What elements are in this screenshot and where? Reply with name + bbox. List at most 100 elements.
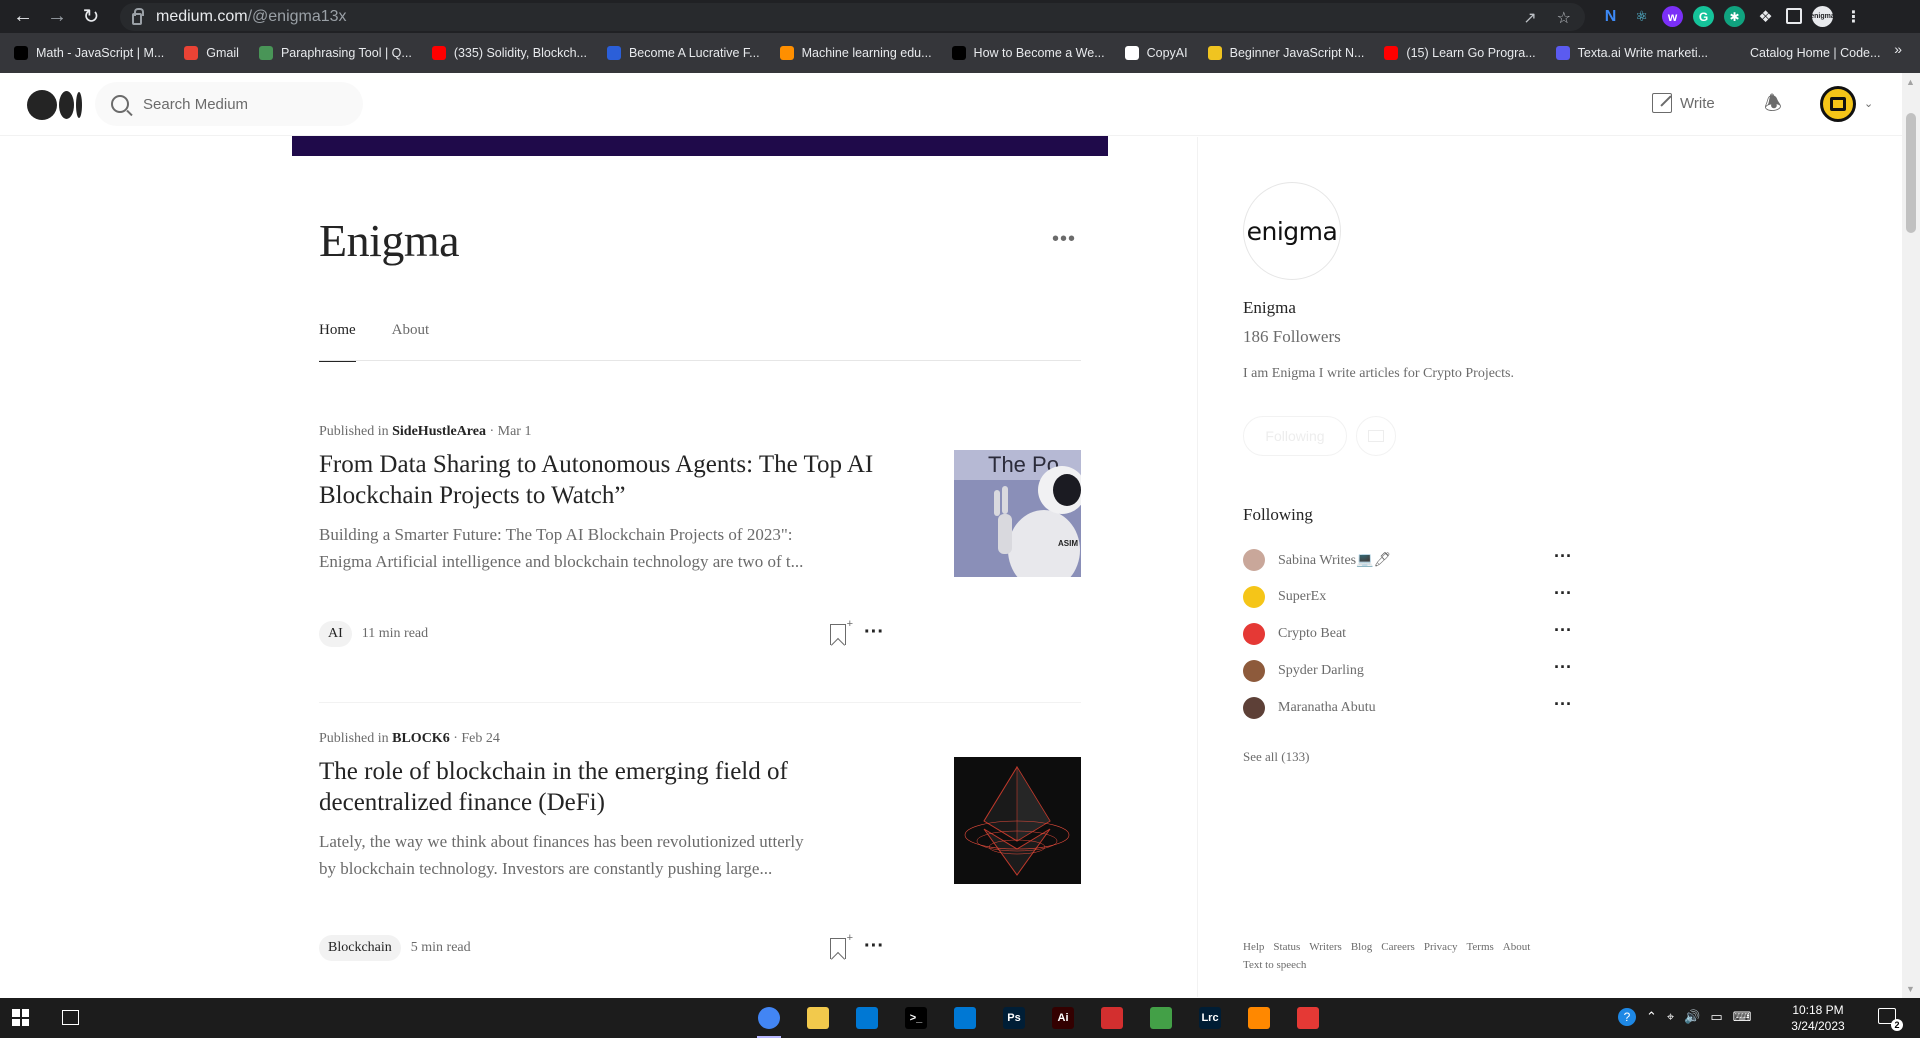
footer-link[interactable]: About [1503, 941, 1531, 953]
article-thumbnail[interactable]: The Po ASIM [954, 450, 1081, 577]
avatar[interactable] [1243, 697, 1265, 719]
footer-link[interactable]: Help [1243, 941, 1264, 953]
follower-count[interactable]: 186 Followers [1243, 327, 1341, 347]
side-panel-icon[interactable] [1786, 8, 1802, 24]
bookmark-item[interactable]: Math - JavaScript | M... [14, 39, 164, 67]
text-to-speech-link[interactable]: Text to speech [1243, 956, 1583, 974]
publication-link[interactable]: BLOCK6 [392, 731, 450, 746]
network-icon[interactable]: ⌖ [1667, 1009, 1674, 1025]
footer-link[interactable]: Status [1273, 941, 1300, 953]
footer-link[interactable]: Careers [1381, 941, 1415, 953]
article-card[interactable]: Published in BLOCK6 · Feb 24 The role of… [319, 731, 1081, 971]
bookmark-item[interactable]: Texta.ai Write marketi... [1555, 39, 1708, 67]
see-all-link[interactable]: See all (133) [1243, 749, 1309, 765]
bookmark-add-icon[interactable]: + [830, 933, 853, 959]
notification-center-icon[interactable]: 2 [1878, 1008, 1903, 1031]
following-item[interactable]: Sabina Writes💻🖊 ··· [1243, 547, 1575, 572]
article-card[interactable]: Published in SideHustleArea · Mar 1 From… [319, 424, 1081, 664]
share-icon[interactable]: ↗ [1523, 8, 1536, 28]
store-icon[interactable] [851, 1003, 883, 1033]
back-arrow-icon[interactable]: ← [6, 0, 40, 33]
reload-icon[interactable]: ↻ [74, 0, 108, 33]
scrollbar-thumb[interactable] [1906, 113, 1916, 233]
app-red-icon[interactable] [1096, 1003, 1128, 1033]
more-options-icon[interactable]: ··· [864, 622, 884, 642]
chevron-down-icon[interactable]: ⌄ [1864, 97, 1873, 110]
avatar[interactable] [1243, 586, 1265, 608]
article-title[interactable]: From Data Sharing to Autonomous Agents: … [319, 449, 904, 511]
tab-home[interactable]: Home [319, 318, 356, 362]
following-item[interactable]: Crypto Beat ··· [1243, 621, 1575, 646]
search-input[interactable] [143, 95, 343, 113]
task-view-icon[interactable] [62, 1010, 79, 1025]
vlc-icon[interactable] [1243, 1003, 1275, 1033]
extension-w-icon[interactable]: w [1662, 6, 1683, 27]
following-name[interactable]: Crypto Beat [1278, 626, 1346, 642]
forward-arrow-icon[interactable]: → [40, 0, 74, 33]
help-icon[interactable]: ? [1618, 1008, 1636, 1026]
profile-name[interactable]: Enigma [1243, 298, 1296, 318]
profile-avatar[interactable]: enigma [1243, 182, 1341, 280]
page-scrollbar[interactable]: ▲ ▼ [1902, 73, 1920, 998]
terminal-icon[interactable]: >_ [900, 1003, 932, 1033]
profile-avatar-icon[interactable]: enigma [1810, 6, 1835, 27]
bookmark-item[interactable]: Gmail [184, 39, 239, 67]
search-bar[interactable] [95, 82, 363, 126]
bookmark-item[interactable]: (335) Solidity, Blockch... [431, 39, 587, 67]
bookmark-add-icon[interactable]: + [830, 619, 853, 645]
extensions-puzzle-icon[interactable]: ❖ [1755, 6, 1776, 27]
footer-link[interactable]: Terms [1466, 941, 1493, 953]
avatar[interactable] [1243, 623, 1265, 645]
more-options-icon[interactable]: ••• [1052, 229, 1076, 249]
write-button[interactable]: Write [1652, 93, 1715, 113]
avatar[interactable] [1243, 660, 1265, 682]
more-options-icon[interactable]: ··· [1554, 695, 1572, 713]
chevron-up-icon[interactable]: ⌃ [1646, 1009, 1657, 1025]
snipping-icon[interactable] [1292, 1003, 1324, 1033]
bookmark-star-icon[interactable]: ☆ [1557, 8, 1571, 28]
node-icon[interactable] [1145, 1003, 1177, 1033]
subscribe-email-button[interactable] [1356, 416, 1396, 456]
scroll-down-icon[interactable]: ▼ [1906, 984, 1915, 994]
react-extension-icon[interactable]: ⚛ [1631, 6, 1652, 27]
topic-tag[interactable]: Blockchain [319, 935, 401, 961]
footer-link[interactable]: Privacy [1424, 941, 1458, 953]
chatgpt-extension-icon[interactable]: ✱ [1724, 6, 1745, 27]
browser-menu-icon[interactable]: ⋮ [1843, 6, 1864, 27]
more-options-icon[interactable]: ··· [1554, 584, 1572, 602]
article-excerpt[interactable]: Lately, the way we think about finances … [319, 828, 904, 882]
grammarly-icon[interactable]: G [1693, 6, 1714, 27]
article-excerpt[interactable]: Building a Smarter Future: The Top AI Bl… [319, 521, 904, 575]
illustrator-icon[interactable]: Ai [1047, 1003, 1079, 1033]
bookmark-item[interactable]: Catalog Home | Code... [1728, 39, 1880, 67]
vscode-icon[interactable] [949, 1003, 981, 1033]
more-options-icon[interactable]: ··· [864, 936, 884, 956]
bookmarks-overflow-icon[interactable]: » [1894, 41, 1902, 57]
following-name[interactable]: Maranatha Abutu [1278, 700, 1376, 716]
footer-link[interactable]: Blog [1351, 941, 1372, 953]
bookmark-item[interactable]: How to Become a We... [951, 39, 1105, 67]
windows-start-icon[interactable] [12, 1009, 29, 1026]
url-text[interactable]: medium.com/@enigma13x [156, 8, 347, 26]
publication-link[interactable]: SideHustleArea [392, 424, 486, 439]
bookmark-item[interactable]: CopyAI [1124, 39, 1188, 67]
following-name[interactable]: SuperEx [1278, 589, 1326, 605]
bookmark-item[interactable]: Machine learning edu... [779, 39, 932, 67]
extension-n-icon[interactable]: N [1600, 6, 1621, 27]
notifications-bell-icon[interactable]: 🕭 [1762, 93, 1784, 115]
taskbar-clock[interactable]: 10:18 PM 3/24/2023 [1778, 1002, 1858, 1034]
article-thumbnail[interactable] [954, 757, 1081, 884]
topic-tag[interactable]: AI [319, 621, 352, 647]
photoshop-icon[interactable]: Ps [998, 1003, 1030, 1033]
following-item[interactable]: SuperEx ··· [1243, 584, 1575, 609]
medium-logo-icon[interactable] [27, 90, 82, 120]
user-avatar[interactable] [1820, 86, 1856, 122]
file-explorer-icon[interactable] [802, 1003, 834, 1033]
address-bar[interactable]: medium.com/@enigma13x ↗ ☆ [120, 3, 1585, 31]
more-options-icon[interactable]: ··· [1554, 658, 1572, 676]
tab-about[interactable]: About [392, 318, 430, 361]
more-options-icon[interactable]: ··· [1554, 547, 1572, 565]
bookmark-item[interactable]: (15) Learn Go Progra... [1384, 39, 1536, 67]
keyboard-icon[interactable]: ⌨ [1733, 1009, 1752, 1025]
following-button[interactable]: Following [1243, 416, 1347, 456]
